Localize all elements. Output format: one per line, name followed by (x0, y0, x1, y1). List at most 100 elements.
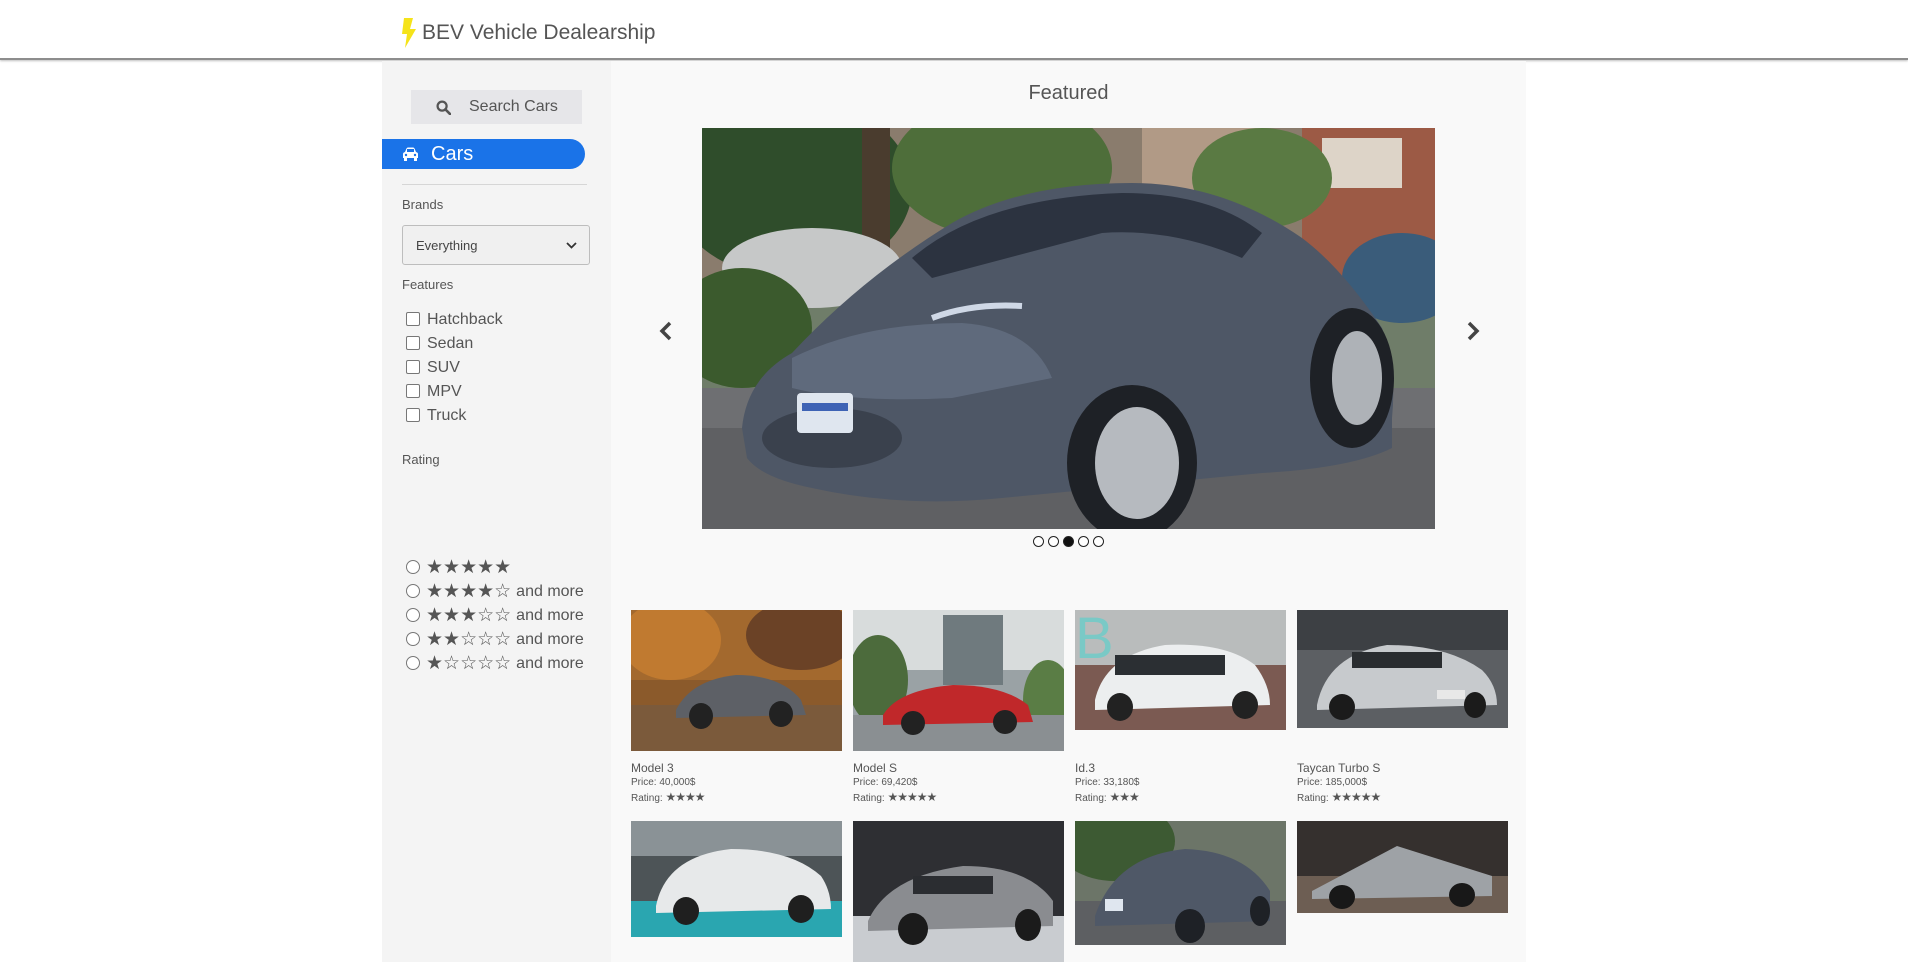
rating-option-2[interactable]: ★★☆☆☆ and more (406, 628, 584, 652)
rating-option-5[interactable]: ★★★★★ (406, 556, 584, 580)
sidebar: Search Cars Cars Brands Everything Featu… (382, 61, 611, 962)
carousel-dot-3[interactable] (1063, 536, 1074, 547)
car-card[interactable] (1075, 821, 1286, 945)
car-card[interactable]: B Id.3 Price: 33,180$ Rating: ★★★ (1075, 610, 1286, 804)
car-icon (403, 147, 418, 161)
feature-label: Sedan (427, 335, 474, 352)
car-photo: B (1075, 610, 1286, 730)
chevron-left-icon (659, 321, 671, 341)
car-card[interactable]: Model 3 Price: 40,000$ Rating: ★★★★ (631, 610, 842, 804)
car-name: Model S (853, 761, 898, 775)
car-price: Price: 69,420$ (853, 777, 918, 788)
feature-mpv[interactable]: MPV (406, 380, 503, 404)
checkbox[interactable] (406, 359, 420, 374)
car-rating-label: Rating: (1297, 793, 1329, 804)
featured-title: Featured (1028, 82, 1109, 104)
brands-select[interactable]: Everything (402, 225, 590, 265)
carousel-next-button[interactable] (1463, 316, 1483, 346)
carousel-dot-2[interactable] (1048, 536, 1059, 547)
car-rating: Rating: ★★★★★ (853, 790, 1064, 804)
feature-label: Truck (427, 407, 467, 424)
car-rating-label: Rating: (1075, 793, 1107, 804)
top-navbar: BEV Vehicle Dealearship (0, 0, 1908, 60)
carousel-dot-1[interactable] (1033, 536, 1044, 547)
radio[interactable] (406, 583, 420, 598)
car-card[interactable] (631, 821, 842, 937)
carousel-dot-5[interactable] (1093, 536, 1104, 547)
features-list: Hatchback Sedan SUV MPV Truck (406, 308, 503, 428)
car-photo (1297, 610, 1508, 728)
car-rating: Rating: ★★★ (1075, 790, 1286, 804)
car-photo (1075, 821, 1286, 945)
carousel-prev-button[interactable] (655, 316, 675, 346)
radio[interactable] (406, 607, 420, 622)
sidebar-item-cars[interactable]: Cars (382, 139, 585, 169)
car-rating-label: Rating: (853, 793, 885, 804)
car-photo (1297, 821, 1508, 913)
svg-text:B: B (1075, 610, 1114, 671)
car-card[interactable] (1297, 821, 1508, 913)
site-title: BEV Vehicle Dealearship (422, 21, 656, 44)
car-price: Price: 40,000$ (631, 777, 696, 788)
car-card[interactable] (853, 821, 1064, 962)
car-name: Model 3 (631, 761, 674, 775)
brand[interactable]: BEV Vehicle Dealearship (400, 18, 655, 48)
feature-truck[interactable]: Truck (406, 404, 503, 428)
features-label: Features (402, 277, 454, 292)
feature-hatchback[interactable]: Hatchback (406, 308, 503, 332)
car-photo (631, 610, 842, 751)
rating-option-3[interactable]: ★★★☆☆ and more (406, 604, 584, 628)
star-icons: ★★★ (1109, 790, 1139, 804)
car-photo (853, 610, 1064, 751)
car-card[interactable]: Taycan Turbo S Price: 185,000$ Rating: ★… (1297, 610, 1508, 804)
search-cars-button[interactable]: Search Cars (411, 90, 582, 124)
rating-suffix: and more (516, 655, 584, 672)
car-photo (631, 821, 842, 937)
star-icons: ★☆☆☆☆ (426, 653, 512, 674)
chevron-down-icon (566, 241, 577, 249)
checkbox[interactable] (406, 407, 420, 422)
feature-sedan[interactable]: Sedan (406, 332, 503, 356)
checkbox[interactable] (406, 335, 420, 350)
car-rating-label: Rating: (631, 793, 663, 804)
rating-label: Rating (402, 452, 440, 467)
carousel-indicators (611, 536, 1526, 547)
chevron-right-icon (1467, 321, 1479, 341)
rating-suffix: and more (516, 607, 584, 624)
feature-suv[interactable]: SUV (406, 356, 503, 380)
radio[interactable] (406, 631, 420, 646)
checkbox[interactable] (406, 383, 420, 398)
star-icons: ★★★★☆ (426, 581, 512, 602)
sidebar-item-cars-label: Cars (431, 142, 474, 165)
car-card[interactable]: Model S Price: 69,420$ Rating: ★★★★★ (853, 610, 1064, 804)
star-icons: ★★★☆☆ (426, 605, 512, 626)
feature-label: Hatchback (427, 311, 503, 328)
feature-label: SUV (427, 359, 460, 376)
radio[interactable] (406, 559, 420, 574)
carousel-dot-4[interactable] (1078, 536, 1089, 547)
main-content: Featured Model 3 Price: 40,000$ Rating: … (611, 61, 1526, 962)
car-photo (853, 821, 1064, 962)
brands-label: Brands (402, 197, 444, 212)
car-name: Taycan Turbo S (1297, 761, 1381, 775)
featured-carousel-image[interactable] (702, 128, 1435, 529)
brands-selected-value: Everything (416, 237, 478, 253)
radio[interactable] (406, 655, 420, 670)
car-price: Price: 185,000$ (1297, 777, 1368, 788)
feature-label: MPV (427, 383, 462, 400)
search-icon (436, 99, 451, 115)
car-rating: Rating: ★★★★ (631, 790, 842, 804)
featured-car-photo (702, 128, 1435, 529)
star-icons: ★★★★★ (426, 557, 512, 578)
rating-option-4[interactable]: ★★★★☆ and more (406, 580, 584, 604)
car-name: Id.3 (1075, 761, 1096, 775)
star-icons: ★★★★★ (1331, 790, 1381, 804)
rating-option-1[interactable]: ★☆☆☆☆ and more (406, 652, 584, 676)
star-icons: ★★★★ (665, 790, 705, 804)
rating-suffix: and more (516, 631, 584, 648)
checkbox[interactable] (406, 311, 420, 326)
car-price: Price: 33,180$ (1075, 777, 1140, 788)
star-icons: ★★☆☆☆ (426, 629, 512, 650)
rating-suffix: and more (516, 583, 584, 600)
lightning-bolt-icon (402, 18, 416, 48)
